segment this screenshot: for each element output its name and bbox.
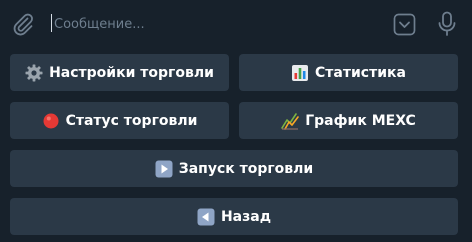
- button-label: Назад: [220, 208, 272, 225]
- button-label: Статус торговли: [65, 112, 198, 129]
- red-circle-icon: [42, 112, 60, 130]
- message-composer: [0, 0, 472, 48]
- button-label: Запуск торговли: [178, 160, 314, 177]
- text-caret: [51, 14, 52, 32]
- keyboard-toggle-icon[interactable]: [393, 13, 416, 36]
- bar-chart-icon: [291, 64, 309, 82]
- trading-status-button[interactable]: Статус торговли: [10, 102, 229, 139]
- chat-app: Настройки торговли Статистика С: [0, 0, 472, 242]
- paperclip-icon[interactable]: [11, 12, 35, 36]
- button-label: График MEXC: [305, 112, 416, 129]
- microphone-icon[interactable]: [436, 11, 458, 37]
- settings-trading-button[interactable]: Настройки торговли: [10, 54, 229, 91]
- gear-icon: [25, 64, 43, 82]
- play-icon: [155, 160, 173, 178]
- back-button[interactable]: Назад: [10, 198, 458, 235]
- button-label: Статистика: [315, 64, 406, 81]
- trend-chart-icon: [281, 112, 300, 130]
- reply-keyboard: Настройки торговли Статистика Статус тор…: [0, 48, 472, 242]
- message-input[interactable]: [54, 13, 374, 35]
- back-arrow-icon: [197, 208, 215, 226]
- mexc-chart-button[interactable]: График MEXC: [239, 102, 458, 139]
- start-trading-button[interactable]: Запуск торговли: [10, 150, 458, 187]
- statistics-button[interactable]: Статистика: [239, 54, 458, 91]
- button-label: Настройки торговли: [49, 64, 214, 81]
